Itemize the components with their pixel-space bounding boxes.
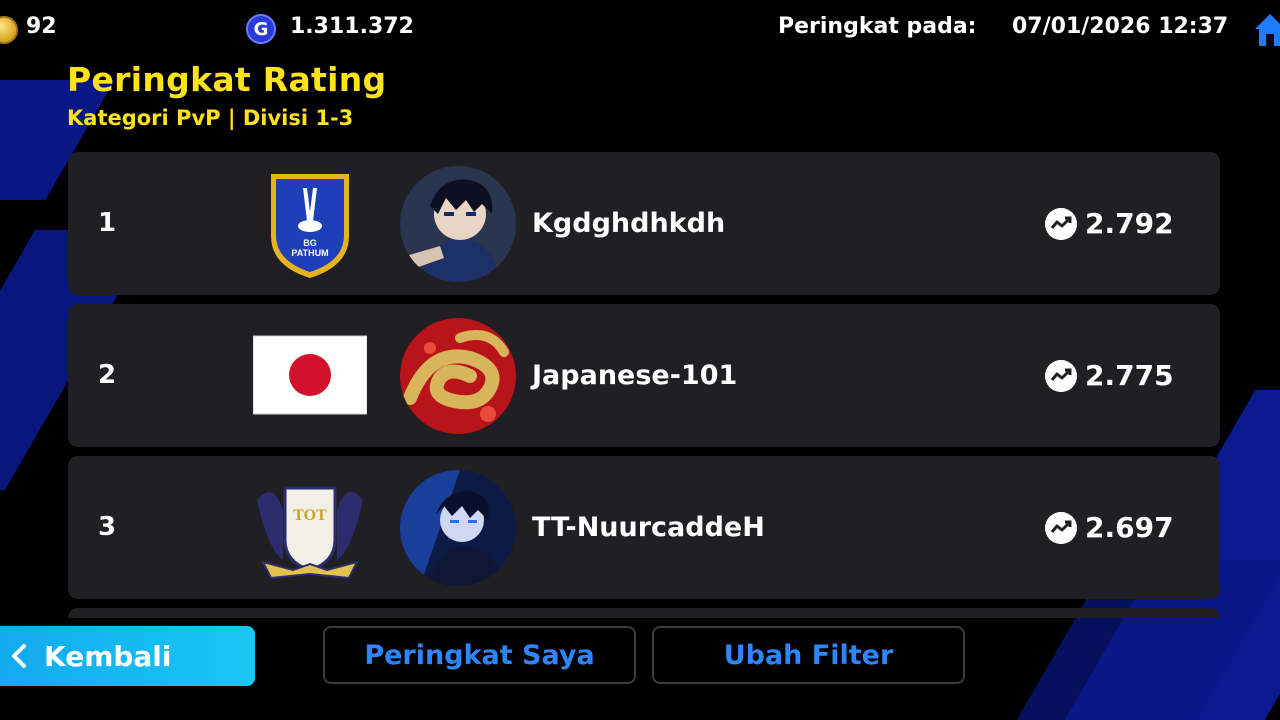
rating-score: 2.792 (1085, 207, 1174, 240)
change-filter-button[interactable]: Ubah Filter (652, 626, 965, 684)
rank-timestamp-label: Peringkat pada: (778, 14, 977, 39)
bg-pathum-crest-icon: BG PATHUM (271, 174, 349, 278)
page-subtitle: Kategori PvP | Divisi 1-3 (67, 106, 354, 130)
coin-icon (0, 16, 18, 44)
player-name: Kgdghdhkdh (532, 208, 726, 239)
bottom-action-bar: Kembali Peringkat Saya Ubah Filter (0, 618, 1280, 720)
leaderboard-row[interactable]: 3 TOT TT-NuurcaddeH 2.697 (68, 456, 1220, 599)
chevron-left-icon (12, 644, 26, 668)
leaderboard-list[interactable]: 1 BG PATHUM Kgdghdhkdh 2.792 2 Japanese-… (68, 152, 1220, 618)
rank-number: 2 (98, 360, 117, 390)
leaderboard-row[interactable] (68, 608, 1220, 618)
svg-text:TOT: TOT (293, 507, 327, 524)
trend-icon (1045, 360, 1077, 392)
player-name: TT-NuurcaddeH (532, 512, 765, 543)
player-name: Japanese-101 (532, 360, 738, 391)
gp-icon: G (246, 14, 276, 44)
my-rank-button[interactable]: Peringkat Saya (323, 626, 636, 684)
svg-text:PATHUM: PATHUM (291, 248, 328, 258)
leaderboard-row[interactable]: 1 BG PATHUM Kgdghdhkdh 2.792 (68, 152, 1220, 295)
rank-number: 1 (98, 208, 117, 238)
tot-crest-icon: TOT (257, 486, 363, 580)
page-title: Peringkat Rating (67, 60, 387, 99)
player-avatar (400, 166, 516, 282)
back-button-label: Kembali (44, 639, 172, 673)
home-icon[interactable] (1254, 12, 1280, 48)
gp-count: 1.311.372 (290, 14, 414, 39)
rating-score: 2.697 (1085, 511, 1174, 544)
player-avatar (400, 470, 516, 586)
back-button[interactable]: Kembali (0, 626, 255, 686)
leaderboard-row[interactable]: 2 Japanese-101 2.775 (68, 304, 1220, 447)
rank-number: 3 (98, 512, 117, 542)
rank-timestamp-value: 07/01/2026 12:37 (1012, 14, 1229, 39)
rating-score: 2.775 (1085, 359, 1174, 392)
top-status-bar: 92 G 1.311.372 Peringkat pada: 07/01/202… (0, 0, 1280, 56)
player-avatar (400, 318, 516, 434)
trend-icon (1045, 512, 1077, 544)
coin-count: 92 (26, 14, 57, 39)
trend-icon (1045, 208, 1077, 240)
japan-flag-icon (253, 335, 367, 415)
svg-text:BG: BG (303, 238, 317, 248)
